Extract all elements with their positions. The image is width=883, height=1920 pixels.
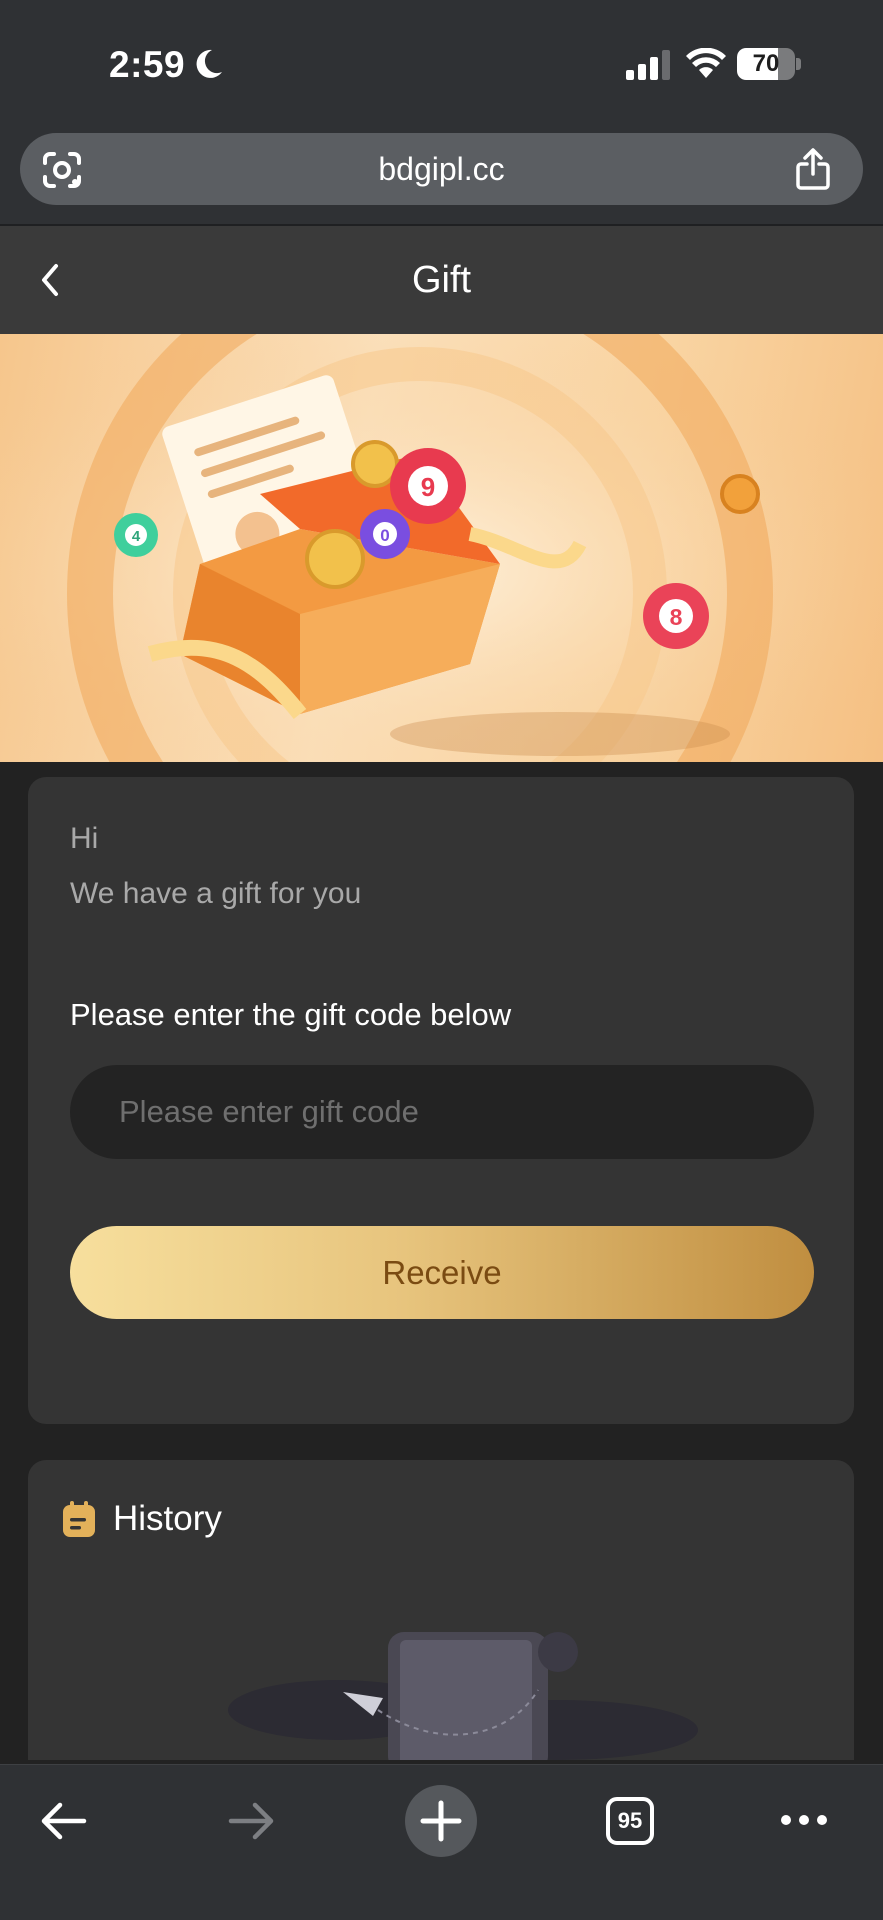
tabs-button[interactable]: 95 [606, 1797, 654, 1845]
address-bar[interactable]: bdgipl.cc [20, 133, 863, 205]
moon-icon [196, 49, 222, 78]
ball-number-8: 8 [670, 604, 683, 630]
gift-message: We have a gift for you [70, 877, 362, 910]
empty-history-illustration [228, 1632, 698, 1760]
more-icon[interactable] [780, 1813, 828, 1827]
wifi-icon [686, 48, 726, 78]
clipboard-icon [63, 1501, 95, 1537]
battery-percentage: 70 [752, 50, 780, 77]
scan-icon[interactable] [42, 151, 82, 189]
ball-8: 8 [643, 583, 709, 649]
status-bar: 2:59 70 [0, 0, 883, 128]
ball-4: 4 [114, 513, 158, 557]
ball-number-0: 0 [380, 526, 389, 545]
ball-number-4: 4 [132, 528, 141, 545]
gift-code-input[interactable] [70, 1065, 814, 1159]
gift-box-illustration: 9 0 4 8 [0, 334, 883, 762]
new-tab-button[interactable] [405, 1785, 477, 1857]
battery-icon: 70 [737, 48, 801, 80]
history-title: History [113, 1499, 222, 1538]
greeting: Hi [70, 822, 99, 855]
arrow-right-icon[interactable] [227, 1799, 277, 1843]
arrow-left-icon[interactable] [38, 1799, 88, 1843]
gift-card: Hi We have a gift for you Please enter t… [28, 777, 854, 1424]
history-card: History [28, 1460, 854, 1760]
status-time: 2:59 [109, 44, 186, 85]
app-header: Gift [0, 226, 883, 334]
gift-banner: 9 0 4 8 [0, 334, 883, 762]
browser-url-area: bdgipl.cc [0, 128, 883, 226]
url-text[interactable]: bdgipl.cc [20, 133, 863, 205]
ball-9: 9 [390, 448, 466, 524]
receive-button[interactable]: Receive [70, 1226, 814, 1319]
share-icon[interactable] [795, 148, 831, 190]
gift-code-prompt: Please enter the gift code below [70, 997, 512, 1032]
signal-icon [626, 50, 670, 80]
page-title: Gift [411, 259, 472, 301]
plus-icon [420, 1800, 462, 1842]
browser-toolbar: 95 [0, 1764, 883, 1920]
ball-0: 0 [360, 509, 410, 559]
ball-number-9: 9 [421, 472, 435, 502]
